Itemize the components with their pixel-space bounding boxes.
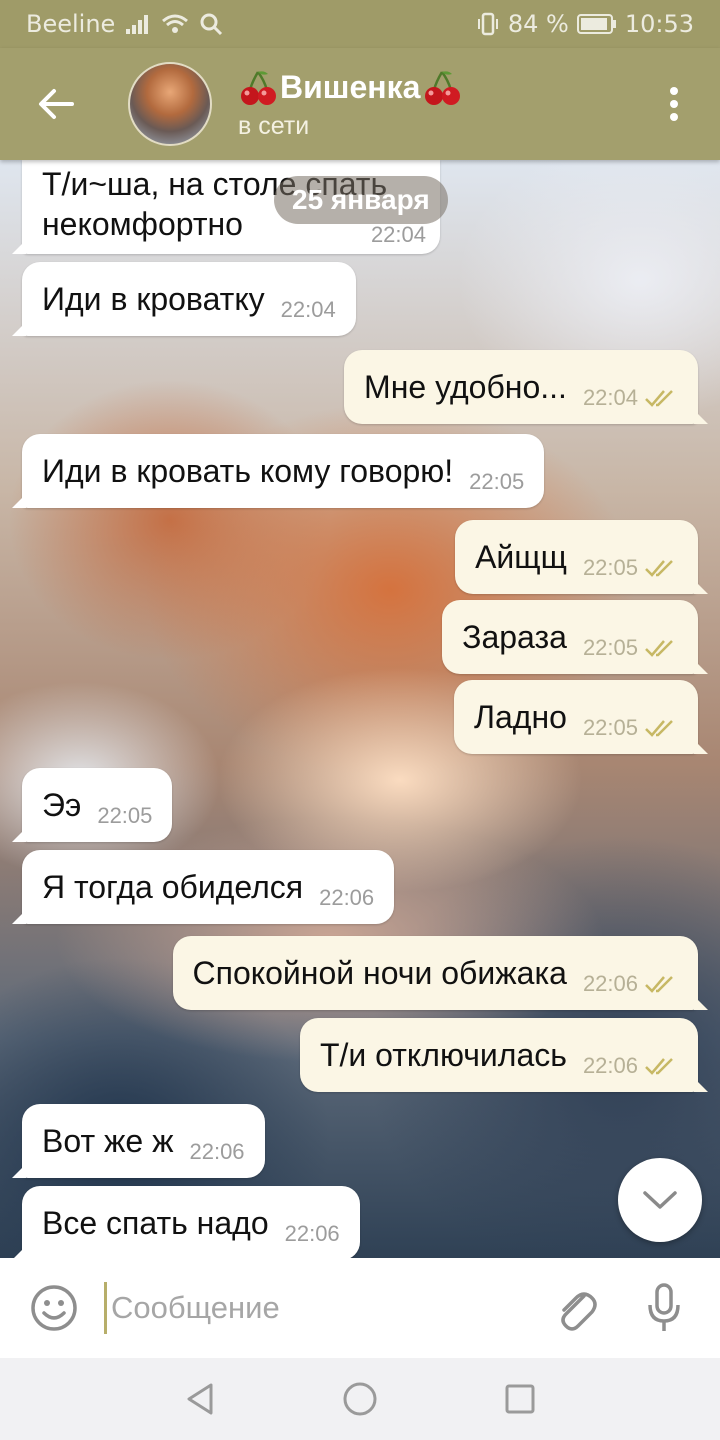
recents-square-icon xyxy=(505,1384,535,1414)
signal-icon xyxy=(125,13,151,35)
message-time: 22:05 xyxy=(582,715,638,740)
message-time: 22:06 xyxy=(189,1139,245,1164)
message-text: Айщщ xyxy=(475,538,567,575)
read-checkmarks-icon xyxy=(645,390,673,407)
microphone-icon xyxy=(648,1283,680,1331)
composer-bar xyxy=(0,1258,720,1358)
message-bubble[interactable]: Иди в кровать кому говорю! 22:05 xyxy=(11,434,545,508)
read-checkmarks-icon xyxy=(645,1058,673,1075)
read-checkmarks-icon xyxy=(645,640,673,657)
chat-header: Вишенка в сети xyxy=(0,48,720,160)
message-text: Иди в кровать кому говорю! xyxy=(42,452,454,489)
message-time: 22:04 xyxy=(582,385,638,410)
vibrate-icon xyxy=(476,12,500,36)
message-time: 22:06 xyxy=(582,971,638,996)
cherry-icon xyxy=(241,70,276,105)
message-text: Ээ xyxy=(42,786,82,823)
attach-button[interactable] xyxy=(552,1282,600,1334)
message-time: 22:05 xyxy=(582,635,638,660)
chat-title: Вишенка xyxy=(238,68,462,108)
message-bubble[interactable]: Ладно 22:05 xyxy=(454,680,708,754)
message-input[interactable] xyxy=(104,1282,524,1334)
cherry-icon xyxy=(425,70,461,105)
read-checkmarks-icon xyxy=(645,720,673,737)
voice-record-button[interactable] xyxy=(642,1280,686,1336)
scroll-to-bottom-button[interactable] xyxy=(618,1158,702,1242)
message-bubble[interactable]: Все спать надо 22:06 xyxy=(12,1186,360,1258)
read-checkmarks-icon xyxy=(645,560,673,577)
message-text: Иди в кроватку xyxy=(42,280,265,317)
back-arrow-icon xyxy=(39,89,74,119)
message-bubble[interactable]: Зараза 22:05 xyxy=(442,600,708,674)
home-circle-icon xyxy=(343,1382,377,1416)
message-text: Мне удобно... xyxy=(364,368,567,405)
message-bubble[interactable]: Вот же ж 22:06 xyxy=(12,1104,265,1178)
message-bubble[interactable]: Спокойной ночи обижака 22:06 xyxy=(172,936,709,1010)
message-time: 22:06 xyxy=(319,885,375,910)
nav-home-button[interactable] xyxy=(340,1379,380,1419)
message-time: 22:06 xyxy=(284,1221,340,1246)
message-bubble[interactable]: Ээ 22:05 xyxy=(11,768,173,842)
system-nav-bar xyxy=(0,1358,720,1440)
message-bubble[interactable]: Я тогда обиделся 22:06 xyxy=(11,850,395,924)
chat-title-block[interactable]: Вишенка в сети xyxy=(238,68,462,141)
message-bubble[interactable]: Т/и отключилась 22:06 xyxy=(299,1018,709,1092)
more-vertical-icon xyxy=(670,87,678,121)
message-bubble[interactable]: Мне удобно... 22:04 xyxy=(344,350,708,424)
search-icon xyxy=(199,12,223,36)
paperclip-icon xyxy=(561,1292,597,1331)
message-time: 22:05 xyxy=(97,803,153,828)
battery-percent: 84 % xyxy=(507,10,569,38)
back-triangle-icon xyxy=(187,1383,213,1415)
message-bubble[interactable]: Иди в кроватку 22:04 xyxy=(12,262,356,336)
date-badge: 25 января xyxy=(274,176,448,224)
smiley-icon xyxy=(31,1285,77,1331)
online-status: в сети xyxy=(238,111,310,140)
message-time: 22:06 xyxy=(582,1053,638,1078)
battery-icon xyxy=(576,13,617,35)
wifi-icon xyxy=(161,13,189,35)
message-time: 22:05 xyxy=(582,555,638,580)
message-text: Я тогда обиделся xyxy=(42,868,304,905)
message-text: Все спать надо xyxy=(42,1204,269,1241)
back-button[interactable] xyxy=(24,72,88,136)
message-text: Спокойной ночи обижака xyxy=(192,954,567,991)
nav-back-button[interactable] xyxy=(180,1379,220,1419)
read-checkmarks-icon xyxy=(645,976,673,993)
emoji-button[interactable] xyxy=(28,1282,80,1334)
message-text: Зараза xyxy=(462,618,567,655)
avatar[interactable] xyxy=(128,62,212,146)
message-time: 22:04 xyxy=(370,222,426,247)
status-bar: Beeline 84 % 10:53 xyxy=(0,0,720,48)
message-time: 22:04 xyxy=(280,297,336,322)
more-menu-button[interactable] xyxy=(662,72,686,136)
chat-title-text: Вишенка xyxy=(280,69,421,105)
chevron-down-icon xyxy=(643,1191,677,1209)
clock: 10:53 xyxy=(624,10,694,38)
message-bubble[interactable]: Айщщ 22:05 xyxy=(455,520,708,594)
carrier-label: Beeline xyxy=(26,10,116,38)
message-time: 22:05 xyxy=(469,469,525,494)
chat-area[interactable]: 25 января Т/и~ша, на столе спать некомфо… xyxy=(0,160,720,1258)
message-text: Т/и отключилась xyxy=(319,1036,567,1073)
message-text: Ладно xyxy=(474,698,567,735)
message-text: Вот же ж xyxy=(42,1122,174,1159)
nav-recents-button[interactable] xyxy=(500,1379,540,1419)
